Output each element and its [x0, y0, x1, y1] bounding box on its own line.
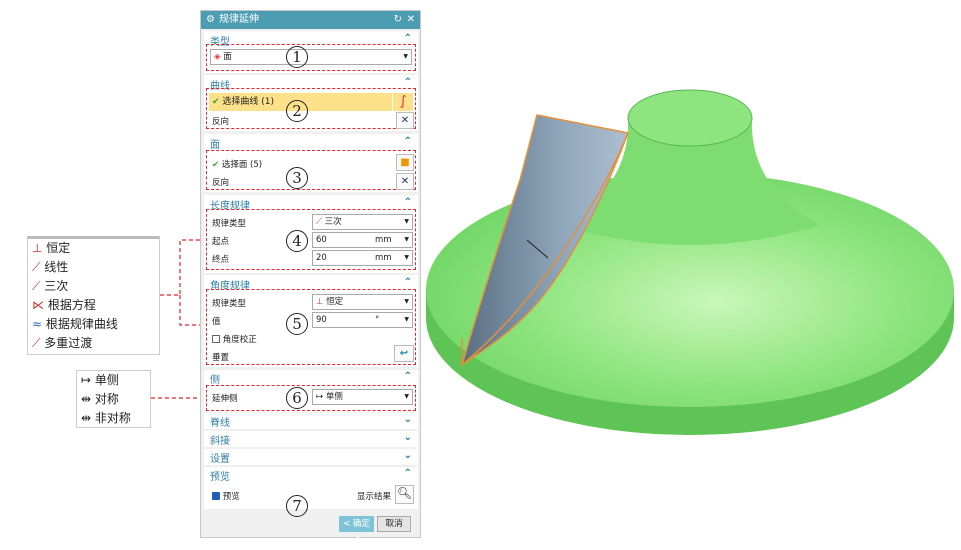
boss-top	[627, 89, 753, 147]
model-viewport[interactable]	[0, 0, 961, 550]
